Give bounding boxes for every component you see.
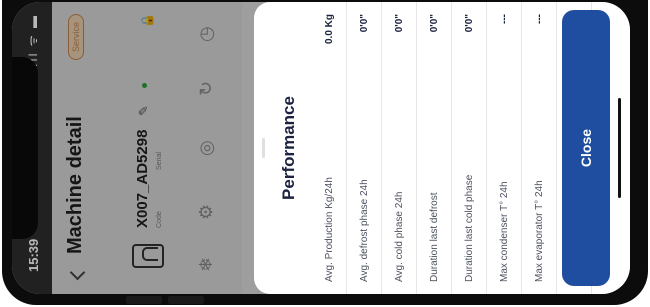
volume-up-button [126, 296, 162, 304]
sheet-title: Performance [279, 96, 298, 200]
performance-sheet: Performance Avg. Production Kg/24h 0.0 Kg… [254, 2, 630, 294]
metric-row: Avg. Production Kg/24h 0.0 Kg [312, 2, 347, 294]
metric-value: 0'0" [358, 14, 370, 33]
metric-value: 0'0" [393, 14, 405, 33]
metric-value: --- [498, 14, 510, 24]
metric-row: Max condenser T° 24h --- [487, 2, 522, 294]
metric-row: Avg. cold phase 24h 0'0" [382, 2, 417, 294]
metric-label: Max evaporator T° 24h [533, 180, 545, 282]
metric-value: --- [533, 14, 545, 24]
metric-value: 0'0" [463, 14, 475, 33]
home-indicator [618, 98, 621, 198]
metric-label: Max condenser T° 24h [498, 181, 510, 282]
metric-row: Duration last cold phase 0'0" [452, 2, 487, 294]
sheet-drag-handle[interactable] [262, 138, 265, 158]
phone-screen: 15:39 .ıl ᯤ ▬ Machine detail Service X00… [12, 2, 630, 294]
metric-label: Avg. defrost phase 24h [358, 179, 370, 282]
close-button[interactable]: Close [562, 10, 610, 286]
metric-value: 0'0" [428, 14, 440, 33]
metric-row: Duration last defrost 0'0" [417, 2, 452, 294]
metric-row: Max evaporator T° 24h --- [522, 2, 557, 294]
metric-label: Avg. cold phase 24h [393, 191, 405, 282]
metric-value: 0.0 Kg [323, 14, 335, 45]
metric-row: Avg. defrost phase 24h 0'0" [347, 2, 382, 294]
metric-label: Duration last cold phase [463, 174, 475, 282]
volume-down-button [168, 296, 204, 304]
metrics-list: Avg. Production Kg/24h 0.0 Kg Avg. defrost… [312, 2, 592, 294]
metric-label: Duration last defrost [428, 192, 440, 283]
metric-label: Avg. Production Kg/24h [323, 177, 335, 282]
